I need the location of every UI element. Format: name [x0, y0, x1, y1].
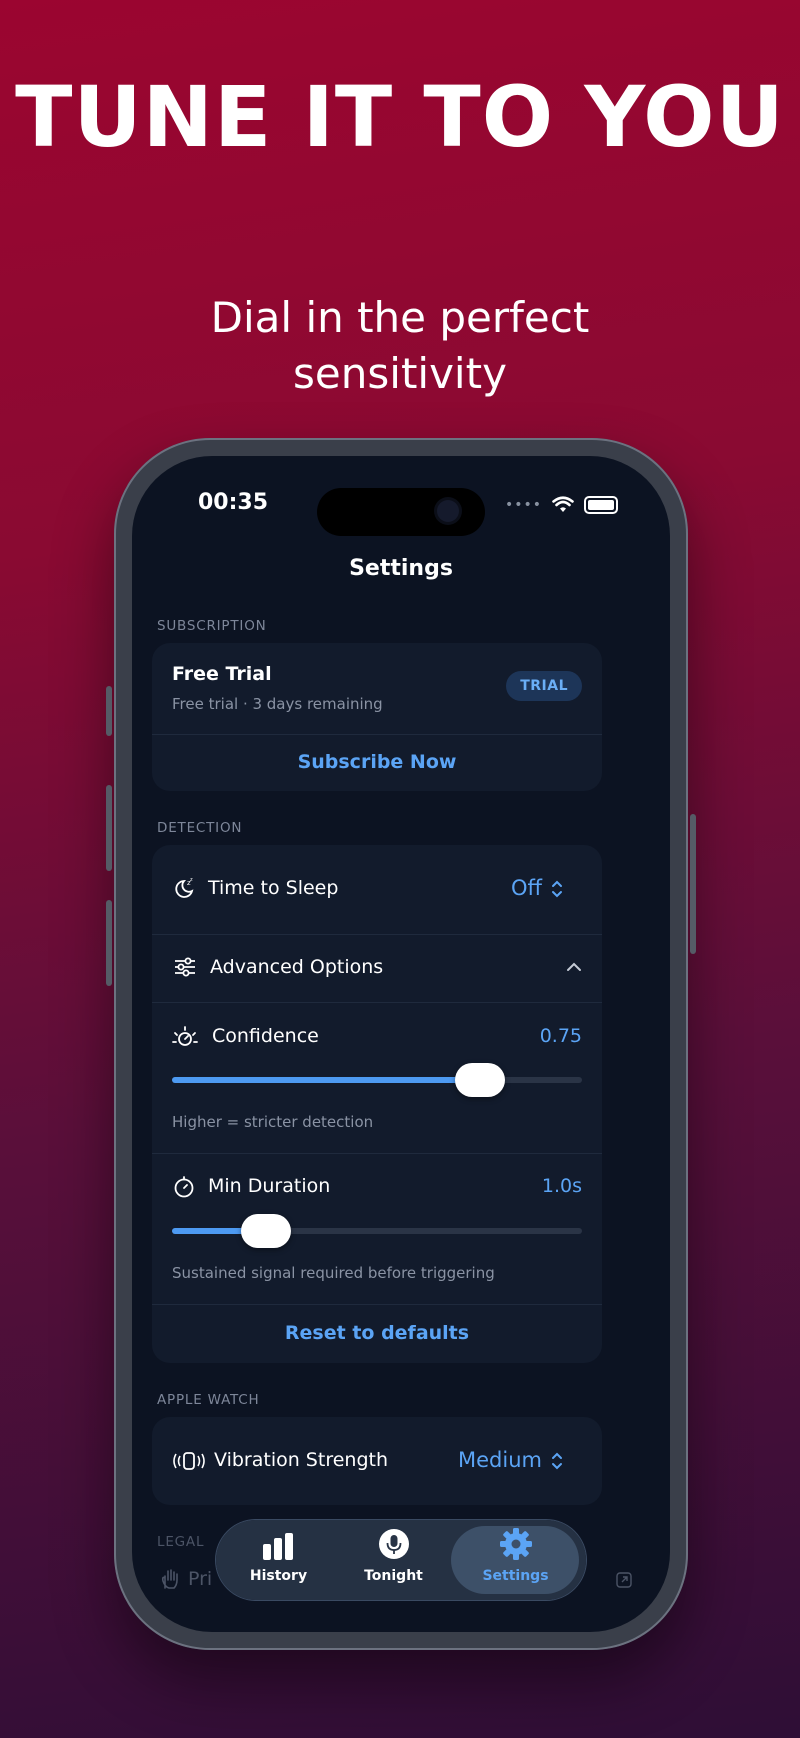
tab-tonight-label: Tonight	[364, 1568, 423, 1584]
watch-vibration-icon	[173, 1452, 205, 1470]
min-duration-row: Min Duration 1.0s Sustained signal requi…	[152, 1154, 602, 1305]
subscribe-now-button[interactable]: Subscribe Now	[152, 751, 602, 773]
status-icons: ••••	[505, 496, 618, 514]
section-label-legal: LEGAL	[157, 1534, 205, 1550]
subscribe-row: Subscribe Now	[152, 735, 602, 791]
reset-to-defaults-button[interactable]: Reset to defaults	[152, 1322, 602, 1344]
moon-zzz-icon: z z	[175, 877, 194, 898]
min-duration-label: Min Duration	[208, 1175, 331, 1197]
promo-subline-line-1: Dial in the perfect	[210, 293, 590, 342]
min-duration-value: 1.0s	[541, 1175, 582, 1197]
sun-gauge-icon	[172, 1026, 198, 1046]
min-duration-hint: Sustained signal required before trigger…	[172, 1264, 495, 1282]
tab-tonight[interactable]: Tonight	[336, 1520, 451, 1600]
section-label-subscription: SUBSCRIPTION	[157, 618, 267, 634]
tab-bar: History Tonight Settings	[216, 1520, 586, 1600]
detection-card: z z Time to Sleep Off Advanced Options C…	[152, 845, 602, 1363]
hand-icon	[161, 1569, 178, 1589]
phone-action-button	[106, 686, 112, 736]
section-label-detection: DETECTION	[157, 820, 243, 836]
privacy-policy-link[interactable]: Pri	[188, 1568, 212, 1590]
subscription-card: Free Trial Free trial · 3 days remaining…	[152, 643, 602, 791]
confidence-row: Confidence 0.75 Higher = stricter detect…	[152, 1003, 602, 1154]
status-time: 00:35	[198, 490, 269, 515]
advanced-options-row[interactable]: Advanced Options	[152, 935, 602, 1003]
plan-detail: Free trial · 3 days remaining	[172, 695, 383, 713]
chevron-up-down-icon	[552, 880, 562, 898]
tab-settings-label: Settings	[482, 1568, 549, 1584]
promo-headline: TUNE IT TO YOU	[15, 68, 785, 166]
page-title: Settings	[349, 556, 453, 581]
tab-history[interactable]: History	[221, 1520, 336, 1600]
section-label-apple-watch: APPLE WATCH	[157, 1392, 260, 1408]
dynamic-island	[317, 488, 485, 536]
plan-title: Free Trial	[172, 663, 272, 685]
wifi-icon	[552, 496, 574, 512]
phone-volume-up-button	[106, 785, 112, 871]
status-bar: 00:35 ••••	[132, 488, 670, 536]
min-duration-slider-knob[interactable]	[241, 1214, 292, 1248]
front-camera	[437, 500, 459, 522]
microphone-icon	[379, 1529, 409, 1559]
confidence-label: Confidence	[212, 1025, 319, 1047]
svg-text:z: z	[190, 877, 193, 883]
timer-icon	[174, 1176, 194, 1198]
external-link-icon	[616, 1572, 632, 1588]
promo-subline-line-2: sensitivity	[293, 349, 507, 398]
min-duration-slider[interactable]	[172, 1214, 582, 1248]
phone-screen: 00:35 •••• Settings SUBSCRIPTION Free Tr…	[132, 456, 670, 1632]
reset-row: Reset to defaults	[152, 1305, 602, 1363]
phone-volume-down-button	[106, 900, 112, 986]
chevron-up-down-icon	[552, 1452, 562, 1470]
vibration-strength-label: Vibration Strength	[214, 1449, 388, 1471]
advanced-options-label: Advanced Options	[210, 956, 384, 978]
confidence-slider[interactable]	[172, 1063, 582, 1097]
gear-icon	[500, 1528, 532, 1560]
time-to-sleep-label: Time to Sleep	[208, 877, 339, 899]
time-to-sleep-value[interactable]: Off	[511, 876, 542, 900]
plan-row: Free Trial Free trial · 3 days remaining…	[152, 643, 602, 735]
bar-chart-icon	[263, 1533, 293, 1560]
chevron-up-icon[interactable]	[566, 961, 582, 973]
phone-power-button	[690, 814, 696, 954]
apple-watch-card: Vibration Strength Medium	[152, 1417, 602, 1505]
time-to-sleep-row[interactable]: z z Time to Sleep Off	[152, 845, 602, 935]
confidence-slider-fill	[172, 1077, 480, 1083]
status-badge: TRIAL	[506, 671, 582, 701]
tab-history-label: History	[249, 1568, 308, 1584]
tab-settings[interactable]: Settings	[458, 1520, 573, 1600]
confidence-hint: Higher = stricter detection	[172, 1113, 374, 1131]
vibration-strength-row[interactable]: Vibration Strength Medium	[152, 1417, 602, 1505]
promo-subline: Dial in the perfect sensitivity	[0, 290, 800, 402]
sliders-icon	[175, 957, 195, 977]
vibration-strength-value[interactable]: Medium	[458, 1448, 542, 1472]
confidence-slider-knob[interactable]	[454, 1063, 505, 1097]
battery-icon	[584, 496, 618, 514]
confidence-value: 0.75	[539, 1025, 582, 1047]
signal-icon: ••••	[504, 497, 542, 513]
